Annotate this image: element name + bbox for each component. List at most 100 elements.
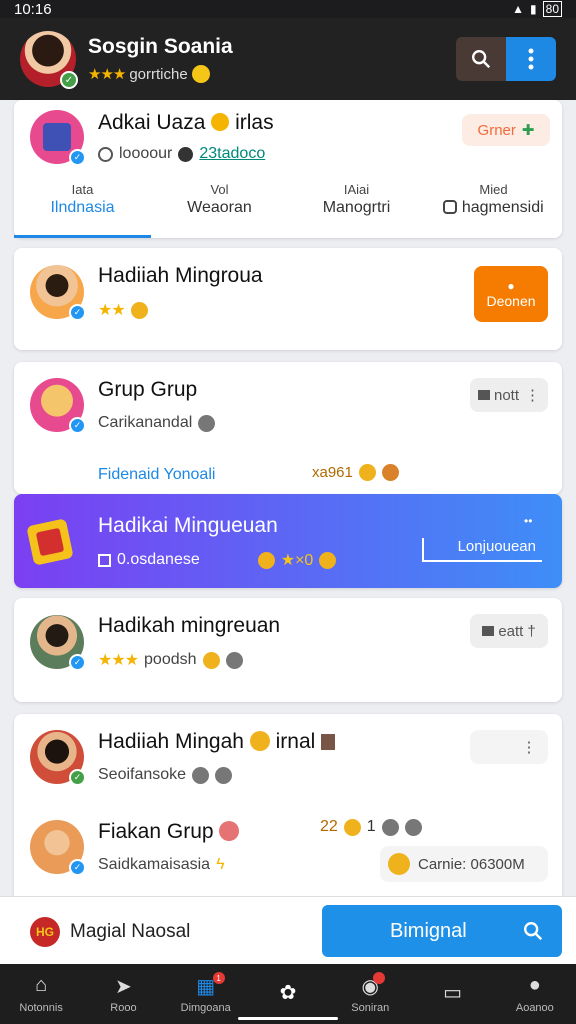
search-icon xyxy=(472,50,491,69)
smile-icon xyxy=(191,65,210,83)
app-header: ✓ Sosgin Soania ★★★ gorrtiche xyxy=(0,18,576,100)
nav-profile[interactable]: ● Aoanoo xyxy=(494,964,576,1024)
avatar[interactable]: ✓ xyxy=(30,378,86,434)
profile-name-suffix: irlas xyxy=(235,111,274,134)
item-meta: ★★ xyxy=(98,300,263,320)
group-avatar[interactable]: ✓ xyxy=(30,110,86,166)
tab-weaoran[interactable]: Vol Weaoran xyxy=(151,182,288,238)
nav-chat[interactable]: ▦ 1 Dimgoana xyxy=(165,964,247,1024)
brand-logo: HG xyxy=(30,917,60,947)
item-action-button[interactable]: eatt † xyxy=(470,614,548,648)
trophy-icon xyxy=(321,734,336,750)
smile-icon xyxy=(249,731,270,751)
list-item[interactable]: ✓ Hadiiah Mingah irnal Seoifansoke ⋮ ✓ F… xyxy=(14,714,562,896)
coin-icon xyxy=(358,464,376,481)
ribbon-icon xyxy=(35,527,65,557)
gift-icon: ● xyxy=(507,279,515,293)
coin-icon xyxy=(178,146,194,162)
item-name: Hadiiah Mingah irnal xyxy=(98,730,336,754)
nav-home[interactable]: ⌂ Notonnis xyxy=(0,964,82,1024)
item-name: Hadiiah Mingroua xyxy=(98,264,263,287)
plus-icon: ✚ xyxy=(521,122,535,139)
profile-card: ✓ Adkai Uaza irlas loooour 23tadoco Grne… xyxy=(14,100,562,238)
bottom-action-bar: HG Magial Naosal Bimignal xyxy=(0,896,576,964)
avatar[interactable]: ✓ xyxy=(20,31,78,89)
tab-ilndnasia[interactable]: Iata Ilndnasia xyxy=(14,182,151,238)
verified-badge-icon: ✓ xyxy=(69,654,86,671)
list-item[interactable]: ✓ Hadiiah Mingroua ★★ ● Deonen xyxy=(14,248,562,350)
primary-action-button[interactable]: Bimignal xyxy=(322,905,562,957)
avatar[interactable]: ✓ xyxy=(30,820,86,876)
item-badge: ★×0 xyxy=(280,552,314,569)
more-menu-button[interactable] xyxy=(506,37,556,81)
item-link[interactable]: Fidenaid Yonoali xyxy=(98,466,215,484)
dots-icon: •• xyxy=(524,514,533,528)
tab-label: Ilndnasia xyxy=(50,199,115,216)
rating-stars: ★★★ xyxy=(88,66,126,83)
battery-icon: 80 xyxy=(542,1,562,17)
home-indicator xyxy=(237,1017,338,1020)
tab-caption: Mied xyxy=(479,182,508,197)
item-name-suffix: irnal xyxy=(275,730,316,753)
nav-tablet[interactable]: ▭ xyxy=(411,964,493,1024)
coin-icon xyxy=(202,651,220,669)
nav-send[interactable]: ➤ Rooo xyxy=(82,964,164,1024)
tab-manogrtri[interactable]: IAiai Manogrtri xyxy=(288,182,425,238)
gainer-button[interactable]: Grner ✚ xyxy=(462,114,550,146)
gift-box-icon xyxy=(26,518,74,566)
list-item-highlighted[interactable]: Hadikai Mingueuan 0.osdanese ★×0 •• Lonj… xyxy=(14,494,562,588)
cake-icon xyxy=(219,821,240,841)
chat-bubble-icon xyxy=(98,146,113,162)
primary-action-label: Bimignal xyxy=(390,919,467,942)
item-meta: 0.osdanese ★×0 xyxy=(98,550,337,570)
profile-meta-link[interactable]: 23tadoco xyxy=(199,145,265,163)
image-icon xyxy=(482,626,495,636)
item-meta: Seoifansoke xyxy=(98,766,335,784)
lightning-icon: ϟ xyxy=(216,856,225,873)
tab-caption: IAiai xyxy=(343,182,370,197)
item-name: Hadikai Mingueuan xyxy=(98,514,278,537)
avatar[interactable]: ✓ xyxy=(30,615,86,671)
item-action-label: eatt xyxy=(498,622,524,640)
nav-label: Aoanoo xyxy=(515,1002,554,1014)
coin-icon xyxy=(257,551,275,569)
nav-camera[interactable]: ◉ Soniran xyxy=(329,964,411,1024)
avatar[interactable]: ✓ xyxy=(30,730,86,786)
wifi-icon: ▲ xyxy=(512,2,525,16)
profile-icon: ● xyxy=(528,974,541,996)
photo-icon xyxy=(43,123,71,151)
item-count-text: xa961 xyxy=(312,464,353,481)
list-item[interactable]: ✓ Grup Grup Carikanandal nott ⋮ Fidenaid… xyxy=(14,362,562,494)
item-chip-text: Carnie: 06300M xyxy=(418,855,525,873)
item-meta-text: 0.osdanese xyxy=(117,551,200,568)
chat-icon xyxy=(443,200,458,214)
avatar[interactable]: ✓ xyxy=(30,265,86,321)
list-item[interactable]: ✓ Hadikah mingreuan ★★★ poodsh eatt † xyxy=(14,598,562,702)
coin-icon xyxy=(225,651,243,669)
item-action-button[interactable]: Lonjuouean xyxy=(422,538,542,562)
more-vertical-icon xyxy=(528,48,534,70)
item-chip[interactable]: Carnie: 06300M xyxy=(380,846,548,882)
image-icon xyxy=(477,390,490,400)
smile-icon xyxy=(388,853,410,875)
verified-badge-icon: ✓ xyxy=(69,149,86,166)
item-action-button[interactable]: ● Deonen xyxy=(474,266,548,322)
nav-center[interactable]: ✿ xyxy=(237,964,338,1024)
more-options-button[interactable]: ⋮ xyxy=(470,730,548,764)
nav-label: Dimgoana xyxy=(180,1002,231,1014)
item-count-text: 22 xyxy=(320,818,338,835)
coin-icon xyxy=(192,766,210,784)
send-icon: ➤ xyxy=(115,976,132,998)
tab-caption: Vol xyxy=(210,182,229,197)
search-button[interactable] xyxy=(456,37,506,81)
profile-name: Adkai Uaza irlas xyxy=(98,111,274,135)
profile-meta: loooour 23tadoco xyxy=(98,145,274,163)
coin-icon xyxy=(130,301,148,319)
item-name-text: Fiakan Grup xyxy=(98,820,214,843)
item-action-button[interactable]: nott ⋮ xyxy=(470,378,548,412)
nav-label: Soniran xyxy=(351,1002,390,1014)
item-name: Hadikah mingreuan xyxy=(98,614,281,637)
tab-hagmensidi[interactable]: Mied hagmensidi xyxy=(425,182,562,238)
item-meta: ★★★ poodsh xyxy=(98,650,280,670)
more-vertical-icon: ⋮ xyxy=(525,387,541,404)
